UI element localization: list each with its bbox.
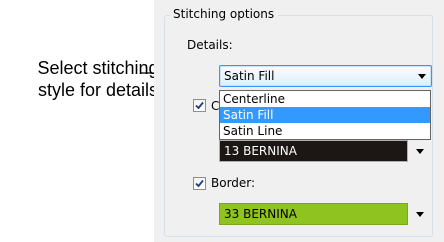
border-swatch-field[interactable]: 33 BERNINA — [219, 203, 432, 225]
border-swatch[interactable]: 33 BERNINA — [219, 203, 408, 225]
details-dropdown-list: Centerline Satin Fill Satin Line — [219, 90, 431, 140]
dropdown-option-centerline[interactable]: Centerline — [220, 91, 430, 107]
color-swatch-field[interactable]: 13 BERNINA — [219, 140, 432, 162]
group-title: Stitching options — [170, 7, 279, 21]
details-combobox[interactable]: Satin Fill — [219, 65, 432, 87]
dropdown-option-satin-line[interactable]: Satin Line — [220, 123, 430, 139]
stitching-options-panel: Stitching options Details: Satin Fill C … — [154, 0, 444, 242]
color-checkbox[interactable] — [193, 99, 206, 112]
details-selected-value: Satin Fill — [224, 69, 275, 83]
dropdown-option-satin-fill[interactable]: Satin Fill — [220, 107, 430, 123]
checkmark-icon — [195, 179, 204, 188]
color-swatch[interactable]: 13 BERNINA — [219, 140, 408, 162]
color-swatch-value: 13 BERNINA — [224, 144, 297, 158]
border-checkbox[interactable] — [193, 177, 206, 190]
chevron-down-icon[interactable] — [416, 212, 424, 217]
screenshot-root: Select stitching style for details Stitc… — [0, 0, 444, 242]
details-label: Details: — [187, 38, 233, 52]
callout-line-2: style for details — [37, 80, 159, 100]
chevron-down-icon[interactable] — [416, 149, 424, 154]
checkmark-icon — [195, 101, 204, 110]
border-label: Border: — [211, 176, 256, 190]
border-swatch-value: 33 BERNINA — [224, 207, 297, 221]
chevron-down-icon[interactable] — [418, 74, 426, 79]
